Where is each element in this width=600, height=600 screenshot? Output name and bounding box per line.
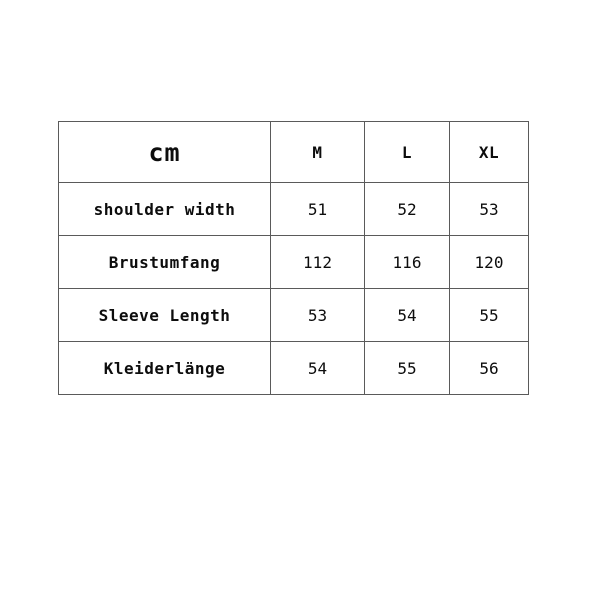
measurement-value-l: 54	[364, 288, 450, 342]
unit-header-cell: cm	[58, 121, 271, 183]
size-chart-table: cm M L XL shoulder width 51 52 53 Brustu…	[58, 121, 529, 395]
measurement-value-xl: 55	[449, 288, 529, 342]
measurement-value-xl: 53	[449, 182, 529, 236]
size-header-m: M	[270, 121, 365, 183]
measurement-value-xl: 56	[449, 341, 529, 395]
measurement-value-m: 51	[270, 182, 365, 236]
measurement-value-m: 112	[270, 235, 365, 289]
size-header-xl: XL	[449, 121, 529, 183]
measurement-value-m: 54	[270, 341, 365, 395]
measurement-value-l: 52	[364, 182, 450, 236]
table-row: Kleiderlänge 54 55 56	[58, 341, 529, 395]
measurement-value-m: 53	[270, 288, 365, 342]
table-row: shoulder width 51 52 53	[58, 182, 529, 236]
measurement-label: Brustumfang	[58, 235, 271, 289]
measurement-label: Sleeve Length	[58, 288, 271, 342]
measurement-value-l: 55	[364, 341, 450, 395]
measurement-label: Kleiderlänge	[58, 341, 271, 395]
table-header-row: cm M L XL	[58, 121, 529, 183]
measurement-label: shoulder width	[58, 182, 271, 236]
table-row: Sleeve Length 53 54 55	[58, 288, 529, 342]
measurement-value-l: 116	[364, 235, 450, 289]
size-chart-canvas: cm M L XL shoulder width 51 52 53 Brustu…	[0, 0, 600, 600]
table-row: Brustumfang 112 116 120	[58, 235, 529, 289]
size-header-l: L	[364, 121, 450, 183]
measurement-value-xl: 120	[449, 235, 529, 289]
